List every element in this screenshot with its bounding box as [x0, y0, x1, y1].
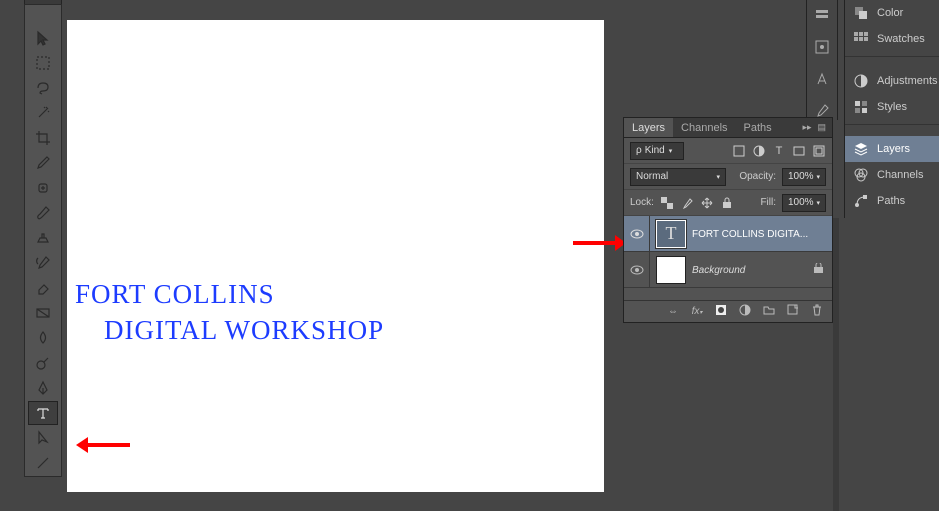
delete-layer-icon[interactable] [810, 304, 824, 319]
path-selection-tool[interactable] [28, 426, 58, 450]
layer-group-icon[interactable] [762, 304, 776, 319]
dock-item-paths[interactable]: Paths [845, 188, 939, 214]
dock-item-swatches[interactable]: Swatches [845, 26, 939, 52]
move-tool[interactable] [28, 26, 58, 50]
layer-item-text[interactable]: T FORT COLLINS DIGITA... [624, 216, 832, 252]
lock-label: Lock: [630, 197, 654, 208]
panel-collapse-icon[interactable]: ▸▸ [802, 122, 811, 133]
layer-mask-icon[interactable] [714, 304, 728, 319]
layer-item-background[interactable]: Background [624, 252, 832, 288]
panel-menu-icon[interactable]: ▤ [817, 122, 826, 133]
layer-kind-filter[interactable]: ρKind▾ [630, 142, 684, 160]
opacity-input[interactable]: 100%▾ [782, 168, 826, 186]
dock-item-styles[interactable]: Styles [845, 94, 939, 120]
crop-tool[interactable] [28, 126, 58, 150]
line-tool[interactable] [28, 451, 58, 475]
layer-visibility-toggle[interactable] [624, 216, 650, 251]
link-layers-icon[interactable]: ⇔ [666, 306, 680, 317]
adjustment-layer-icon[interactable] [738, 304, 752, 319]
layers-filter-row: ρKind▾ T [624, 138, 832, 164]
gradient-tool[interactable] [28, 301, 58, 325]
brush-tool[interactable] [28, 201, 58, 225]
sidebar-divider [833, 218, 839, 511]
pen-tool[interactable] [28, 376, 58, 400]
lock-pixels-icon[interactable] [680, 196, 694, 210]
adjustments-icon [853, 73, 869, 89]
right-dock: Color Swatches Adjustments Styles Layers… [844, 0, 939, 218]
blur-tool[interactable] [28, 326, 58, 350]
magic-wand-tool[interactable] [28, 101, 58, 125]
dodge-tool[interactable] [28, 351, 58, 375]
layer-name[interactable]: Background [692, 265, 745, 276]
layers-panel-footer: ⇔ fx▾ [624, 300, 832, 322]
history-brush-tool[interactable] [28, 251, 58, 275]
filter-smart-icon[interactable] [812, 144, 826, 158]
color-icon [853, 5, 869, 21]
marquee-tool[interactable] [28, 51, 58, 75]
blend-mode-select[interactable]: Normal▾ [630, 168, 726, 186]
dock-item-layers[interactable]: Layers [845, 136, 939, 162]
layer-visibility-toggle[interactable] [624, 252, 650, 287]
eyedropper-tool[interactable] [28, 151, 58, 175]
tab-channels[interactable]: Channels [673, 118, 735, 137]
mini-dock [806, 0, 838, 120]
layer-thumbnail-type-icon: T [656, 220, 686, 248]
opacity-label: Opacity: [739, 171, 776, 182]
layer-name[interactable]: FORT COLLINS DIGITA... [692, 229, 808, 240]
history-panel-icon[interactable] [813, 6, 831, 24]
dock-item-color[interactable]: Color [845, 0, 939, 26]
healing-brush-tool[interactable] [28, 176, 58, 200]
layer-thumbnail [656, 256, 686, 284]
lasso-tool[interactable] [28, 76, 58, 100]
new-layer-icon[interactable] [786, 304, 800, 319]
filter-shape-icon[interactable] [792, 144, 806, 158]
filter-type-icon[interactable]: T [772, 144, 786, 158]
lock-position-icon[interactable] [700, 196, 714, 210]
canvas-text-line1[interactable]: FORT COLLINS [75, 279, 275, 310]
layer-list: T FORT COLLINS DIGITA... Background [624, 216, 832, 288]
lock-transparent-icon[interactable] [660, 196, 674, 210]
document-canvas[interactable]: FORT COLLINS DIGITAL WORKSHOP [67, 20, 604, 492]
layers-blend-row: Normal▾ Opacity: 100%▾ [624, 164, 832, 190]
lock-icon [813, 263, 824, 277]
layers-panel: Layers Channels Paths ▸▸ ▤ ρKind▾ T Norm… [623, 117, 833, 323]
type-tool[interactable] [28, 401, 58, 425]
clone-stamp-tool[interactable] [28, 226, 58, 250]
layer-fx-icon[interactable]: fx▾ [690, 306, 704, 317]
layers-lock-row: Lock: Fill: 100%▾ [624, 190, 832, 216]
layers-panel-tabs: Layers Channels Paths ▸▸ ▤ [624, 118, 832, 138]
styles-icon [853, 99, 869, 115]
character-panel-icon[interactable] [813, 70, 831, 88]
eraser-tool[interactable] [28, 276, 58, 300]
tab-layers[interactable]: Layers [624, 118, 673, 137]
filter-pixel-icon[interactable] [732, 144, 746, 158]
tools-toolbar [24, 4, 62, 477]
dock-item-adjustments[interactable]: Adjustments [845, 68, 939, 94]
lock-all-icon[interactable] [720, 196, 734, 210]
paths-icon [853, 193, 869, 209]
fill-label: Fill: [760, 197, 776, 208]
properties-panel-icon[interactable] [813, 38, 831, 56]
tab-paths[interactable]: Paths [736, 118, 780, 137]
filter-adjustment-icon[interactable] [752, 144, 766, 158]
swatches-icon [853, 31, 869, 47]
fill-input[interactable]: 100%▾ [782, 194, 826, 212]
dock-item-channels[interactable]: Channels [845, 162, 939, 188]
canvas-text-line2[interactable]: DIGITAL WORKSHOP [104, 315, 384, 346]
layers-icon [853, 141, 869, 157]
channels-icon [853, 167, 869, 183]
